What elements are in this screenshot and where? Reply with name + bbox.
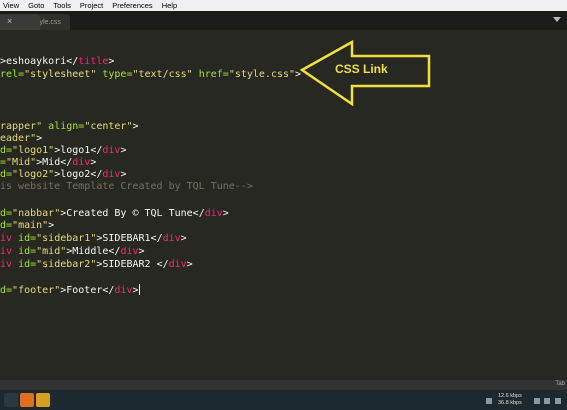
menu-tools[interactable]: Tools xyxy=(53,1,71,10)
code-line: d="logo1">logo1</div> xyxy=(0,145,127,156)
battery-icon[interactable] xyxy=(534,398,540,404)
code-line: d="logo2">logo2</div> xyxy=(0,169,127,180)
menu-bar: View Goto Tools Project Preferences Help xyxy=(0,0,567,11)
browser-icon[interactable] xyxy=(20,393,34,407)
close-icon[interactable]: × xyxy=(7,16,12,26)
download-speed: 36.8 kbps xyxy=(498,400,522,406)
start-icon[interactable] xyxy=(4,393,18,407)
menu-view[interactable]: View xyxy=(3,1,19,10)
network-speed: 12.6 kbps 36.8 kbps xyxy=(498,393,522,407)
code-editor[interactable]: >eshoaykori</title> rel="stylesheet" typ… xyxy=(0,30,567,380)
tab-dropdown-icon[interactable] xyxy=(553,17,561,22)
annotation-label: CSS Link xyxy=(335,62,388,76)
code-line: eader"> xyxy=(0,133,43,144)
menu-help[interactable]: Help xyxy=(162,1,177,10)
network-arrows-icon xyxy=(486,398,492,404)
code-line: d="nabbar">Created By © TQL Tune</div> xyxy=(0,208,229,219)
code-line: rapper" align="center"> xyxy=(0,121,139,132)
upload-speed: 12.6 kbps xyxy=(498,393,522,399)
tab-active[interactable]: × xyxy=(0,14,40,30)
network-icon[interactable] xyxy=(544,398,550,404)
windows-taskbar xyxy=(0,390,567,410)
tab-bar: style.css × xyxy=(0,11,567,30)
menu-project[interactable]: Project xyxy=(80,1,103,10)
volume-icon[interactable] xyxy=(555,398,561,404)
status-tab-size[interactable]: Tab xyxy=(555,381,565,387)
code-line: iv id="sidebar2">SIDEBAR2 </div> xyxy=(0,259,193,270)
code-line: d="footer">Footer</div> xyxy=(0,284,140,296)
text-cursor xyxy=(138,284,140,295)
menu-goto[interactable]: Goto xyxy=(28,1,44,10)
code-line: d="main"> xyxy=(0,220,55,231)
code-comment: is website Template Created by TQL Tune-… xyxy=(0,181,253,192)
code-line: ="Mid">Mid</div> xyxy=(0,157,97,168)
code-line: >eshoaykori</title> xyxy=(0,56,115,67)
folder-icon[interactable] xyxy=(36,393,50,407)
code-line: iv id="mid">Middle</div> xyxy=(0,246,145,257)
code-line-css-link: rel="stylesheet" type="text/css" href="s… xyxy=(0,69,302,80)
status-bar: Tab xyxy=(0,380,567,390)
menu-preferences[interactable]: Preferences xyxy=(112,1,152,10)
code-line: iv id="sidebar1">SIDEBAR1</div> xyxy=(0,233,187,244)
